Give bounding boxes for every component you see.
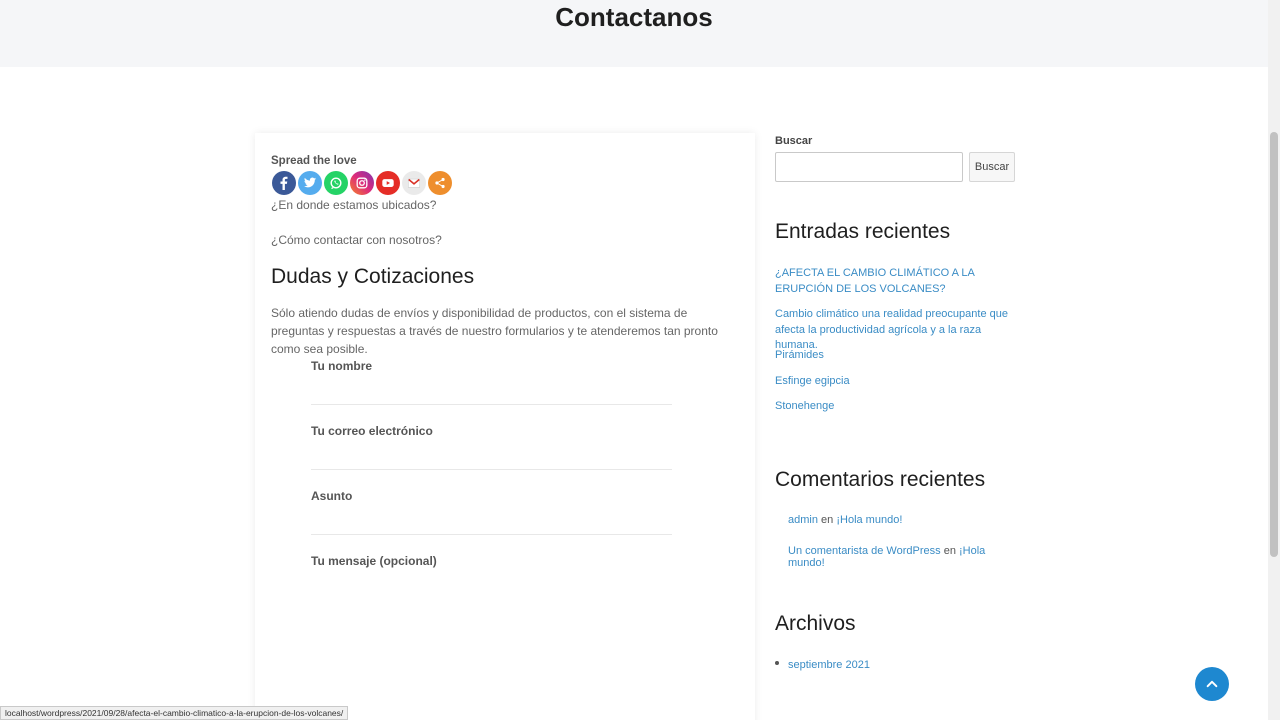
name-input[interactable] xyxy=(311,385,672,405)
comment-separator: en xyxy=(943,545,956,557)
search-button[interactable]: Buscar xyxy=(969,152,1015,182)
recent-comment: admin en ¡Hola mundo! xyxy=(788,514,902,526)
recent-comments-title: Comentarios recientes xyxy=(775,468,986,491)
page-title: Contactanos xyxy=(555,2,713,32)
vertical-scrollbar[interactable] xyxy=(1268,0,1280,720)
comment-separator: en xyxy=(821,514,834,526)
gmail-icon[interactable] xyxy=(402,171,426,195)
browser-status-bar: localhost/wordpress/2021/09/28/afecta-el… xyxy=(0,706,349,720)
whatsapp-icon[interactable] xyxy=(324,171,348,195)
recent-post-link[interactable]: Stonehenge xyxy=(775,399,1020,415)
comment-post-link[interactable]: ¡Hola mundo! xyxy=(836,514,902,526)
message-label: Tu mensaje (opcional) xyxy=(311,554,437,568)
recent-post-link[interactable]: Pirámides xyxy=(775,348,1020,364)
location-question: ¿En donde estamos ubicados? xyxy=(271,198,437,212)
scrollbar-thumb[interactable] xyxy=(1270,132,1278,557)
chevron-up-icon xyxy=(1206,680,1218,688)
subject-input[interactable] xyxy=(311,515,672,535)
recent-post-link[interactable]: Esfinge egipcia xyxy=(775,374,1020,390)
email-input[interactable] xyxy=(311,450,672,470)
share-more-icon[interactable] xyxy=(428,171,452,195)
subject-label: Asunto xyxy=(311,489,353,503)
twitter-icon[interactable] xyxy=(298,171,322,195)
recent-posts-title: Entradas recientes xyxy=(775,220,951,243)
contact-question: ¿Cómo contactar con nosotros? xyxy=(271,233,442,247)
archive-link[interactable]: septiembre 2021 xyxy=(788,659,870,671)
recent-post-link[interactable]: ¿AFECTA EL CAMBIO CLIMÁTICO A LA ERUPCIÓ… xyxy=(775,266,1020,297)
search-label: Buscar xyxy=(775,135,813,147)
section-heading: Dudas y Cotizaciones xyxy=(271,265,475,288)
email-label: Tu correo electrónico xyxy=(311,424,433,438)
recent-post-link[interactable]: Cambio climático una realidad preocupant… xyxy=(775,307,1020,354)
search-input[interactable] xyxy=(775,152,963,182)
comment-author-link[interactable]: Un comentarista de WordPress xyxy=(788,545,941,557)
youtube-icon[interactable] xyxy=(376,171,400,195)
back-to-top-button[interactable] xyxy=(1195,667,1229,701)
spread-the-love-title: Spread the love xyxy=(271,155,357,167)
archive-bullet xyxy=(775,661,779,665)
content-card: Spread the love ¿En donde estamos ubicad… xyxy=(255,133,755,720)
recent-comment: Un comentarista de WordPress en ¡Hola mu… xyxy=(788,545,1020,569)
comment-author-link[interactable]: admin xyxy=(788,514,818,526)
message-textarea[interactable] xyxy=(311,580,672,700)
share-buttons-row xyxy=(272,171,452,195)
section-description: Sólo atiendo dudas de envíos y disponibi… xyxy=(271,306,718,356)
name-label: Tu nombre xyxy=(311,359,373,373)
instagram-icon[interactable] xyxy=(350,171,374,195)
facebook-icon[interactable] xyxy=(272,171,296,195)
archives-title: Archivos xyxy=(775,612,856,635)
